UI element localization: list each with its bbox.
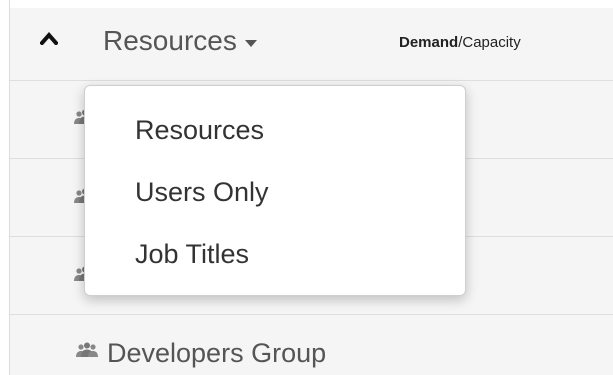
group-label[interactable]: Developers Group — [107, 337, 326, 369]
capacity-label[interactable]: /Capacity — [458, 34, 521, 51]
dropdown-item-users-only[interactable]: Users Only — [85, 164, 465, 220]
resources-toggle-label: Resources — [103, 25, 237, 56]
demand-label[interactable]: Demand — [399, 34, 458, 51]
caret-down-icon — [244, 39, 257, 47]
dropdown-item-job-titles[interactable]: Job Titles — [85, 226, 465, 282]
resources-dropdown-menu: Resources Users Only Job Titles — [84, 85, 466, 296]
chevron-up-icon[interactable] — [39, 31, 59, 46]
resources-dropdown-toggle[interactable]: Resources — [103, 24, 257, 58]
dropdown-item-resources[interactable]: Resources — [85, 102, 465, 158]
resource-panel: Resources Demand/Capacity Developers Gro… — [0, 0, 613, 375]
resource-header-row — [10, 8, 613, 81]
demand-capacity-toggle[interactable]: Demand/Capacity — [399, 34, 521, 51]
users-group-icon — [74, 342, 100, 358]
